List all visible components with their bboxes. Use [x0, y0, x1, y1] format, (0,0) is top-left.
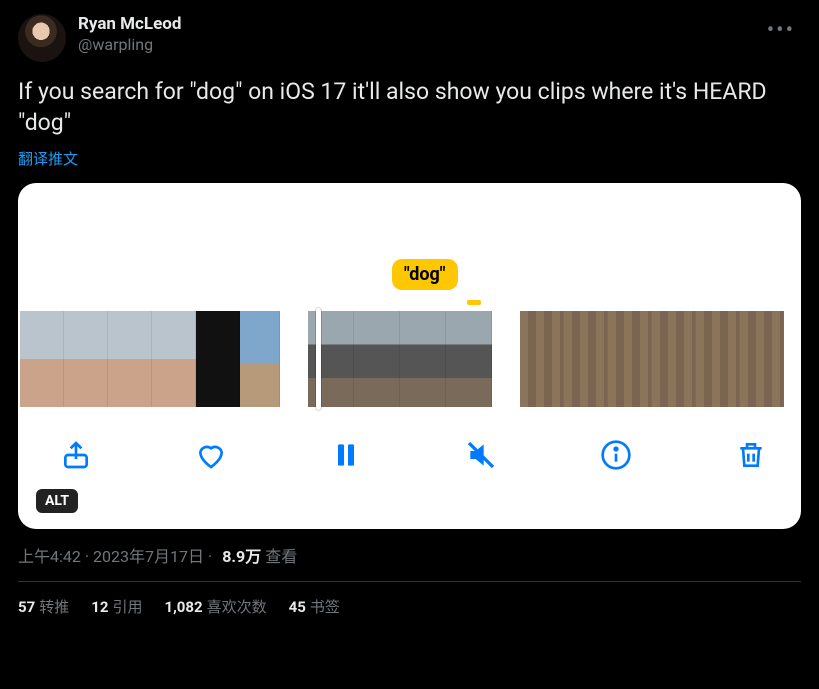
clip-thumb — [520, 311, 564, 407]
bookmarks-count: 45 — [289, 598, 306, 616]
video-timeline[interactable] — [18, 311, 801, 407]
quotes-count: 12 — [91, 598, 108, 616]
media-card[interactable]: "dog" — [18, 183, 801, 529]
likes-count: 1,082 — [164, 598, 202, 616]
heart-icon[interactable] — [191, 435, 231, 475]
mute-icon[interactable] — [461, 435, 501, 475]
retweets-count: 57 — [18, 598, 35, 616]
more-icon[interactable]: ••• — [761, 14, 801, 47]
likes-stat[interactable]: 1,082 喜欢次数 — [164, 596, 266, 617]
tweet-text: If you search for "dog" on iOS 17 it'll … — [18, 76, 801, 138]
post-date[interactable]: 2023年7月17日 — [93, 543, 204, 567]
alt-badge[interactable]: ALT — [36, 489, 78, 513]
clip-thumb — [308, 311, 354, 407]
trash-icon[interactable] — [731, 435, 771, 475]
clip-thumb — [108, 311, 152, 407]
author-names[interactable]: Ryan McLeod @warpling — [78, 14, 749, 54]
pause-icon[interactable] — [326, 435, 366, 475]
dot: · — [208, 547, 212, 566]
playhead-icon[interactable] — [316, 308, 321, 410]
quotes-stat[interactable]: 12引用 — [91, 596, 142, 617]
clip-thumb — [696, 311, 740, 407]
clip-thumb — [740, 311, 784, 407]
quotes-label: 引用 — [112, 598, 142, 616]
clip-thumb — [196, 311, 240, 407]
clip-group — [308, 311, 492, 407]
tweet-header: Ryan McLeod @warpling ••• — [18, 14, 801, 62]
search-badge: "dog" — [392, 259, 458, 290]
clip-thumb — [400, 311, 446, 407]
clip-group — [520, 311, 784, 407]
info-icon[interactable] — [596, 435, 636, 475]
clip-thumb — [240, 311, 280, 407]
bookmarks-stat[interactable]: 45书签 — [289, 596, 340, 617]
display-name: Ryan McLeod — [78, 14, 749, 34]
clip-thumb — [64, 311, 108, 407]
media-toolbar — [18, 425, 801, 485]
clip-thumb — [354, 311, 400, 407]
meta-line: 上午4:42 · 2023年7月17日 · 8.9万 查看 — [18, 543, 801, 567]
clip-thumb — [20, 311, 64, 407]
divider — [18, 581, 801, 582]
clip-thumb — [152, 311, 196, 407]
avatar[interactable] — [18, 14, 66, 62]
share-icon[interactable] — [56, 435, 96, 475]
translate-link[interactable]: 翻译推文 — [18, 148, 801, 169]
views-label: 查看 — [265, 543, 297, 567]
retweets-label: 转推 — [39, 598, 69, 616]
post-time[interactable]: 上午4:42 — [18, 543, 81, 567]
clip-thumb — [608, 311, 652, 407]
clip-group — [20, 311, 280, 407]
playhead-tick — [467, 300, 481, 305]
retweets-stat[interactable]: 57转推 — [18, 596, 69, 617]
handle: @warpling — [78, 35, 749, 54]
stats-row: 57转推 12引用 1,082 喜欢次数 45书签 — [18, 596, 801, 617]
views-count: 8.9万 — [222, 543, 261, 567]
dot: · — [85, 547, 89, 566]
clip-thumb — [446, 311, 492, 407]
bookmarks-label: 书签 — [310, 598, 340, 616]
clip-thumb — [652, 311, 696, 407]
clip-thumb — [564, 311, 608, 407]
likes-label: 喜欢次数 — [207, 598, 267, 616]
